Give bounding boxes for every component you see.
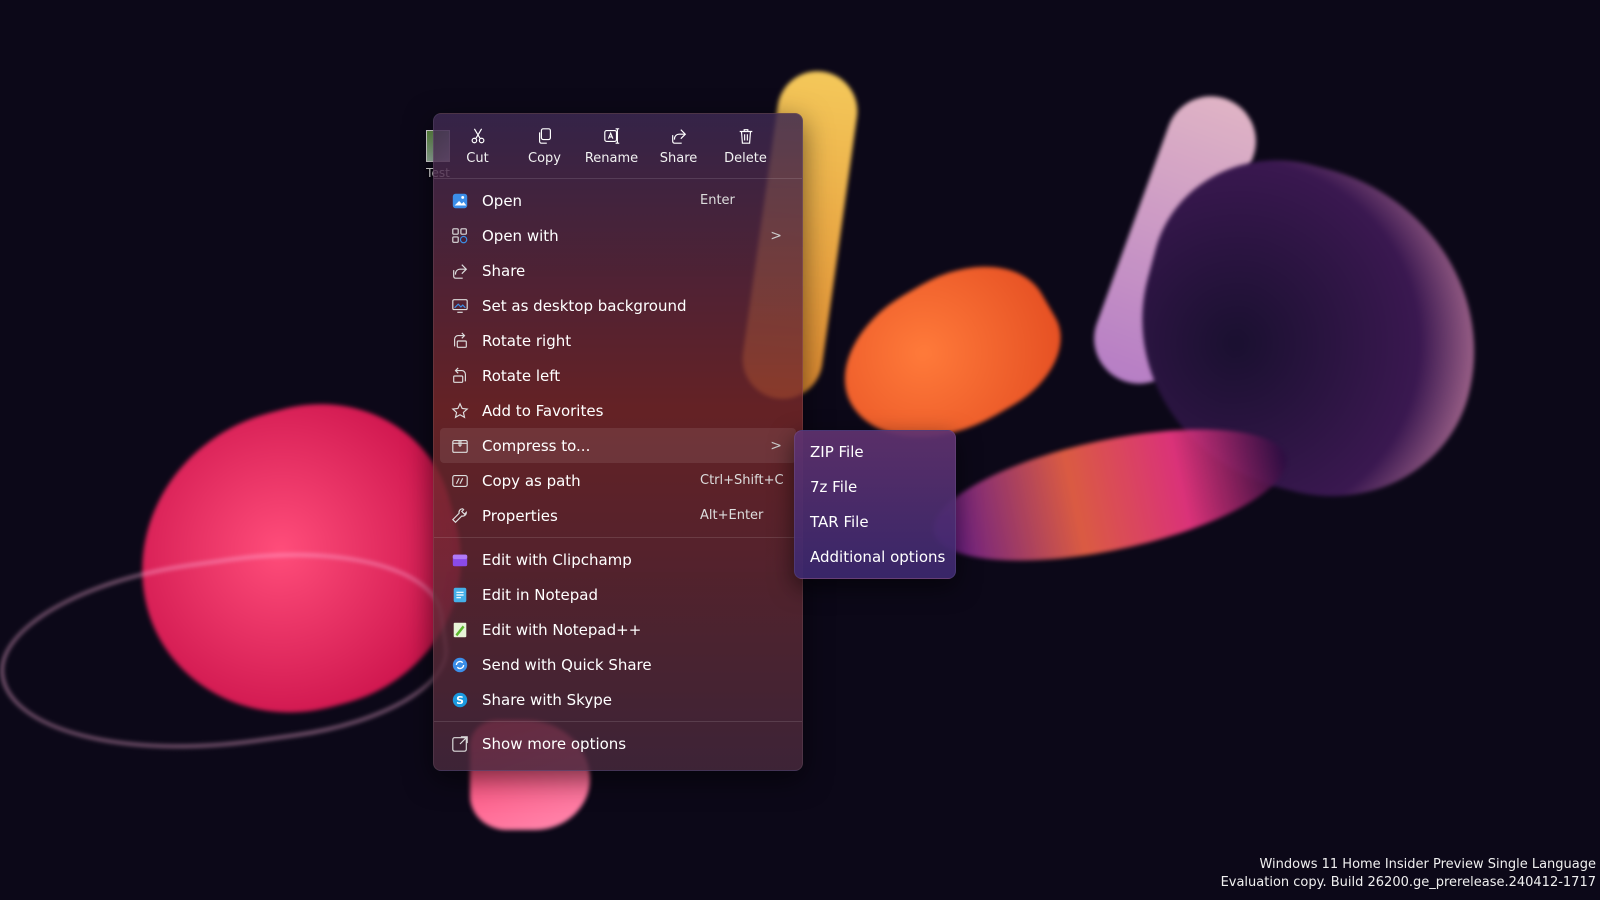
menu-item-compress-to[interactable]: Compress to... > bbox=[440, 428, 796, 463]
share-icon bbox=[450, 261, 470, 281]
menu-item-label: Show more options bbox=[482, 734, 627, 753]
submenu-item-tar[interactable]: TAR File bbox=[795, 504, 955, 539]
menu-item-set-desktop-background[interactable]: Set as desktop background bbox=[440, 288, 796, 323]
delete-button[interactable]: Delete bbox=[712, 114, 779, 178]
wallpaper-shape bbox=[0, 529, 457, 777]
menu-item-edit-with-clipchamp[interactable]: Edit with Clipchamp bbox=[440, 542, 796, 577]
copy-label: Copy bbox=[528, 150, 561, 166]
watermark-line-2: Evaluation copy. Build 26200.ge_prerelea… bbox=[1220, 875, 1596, 890]
submenu-item-additional-options[interactable]: Additional options bbox=[795, 539, 955, 574]
menu-item-add-to-favorites[interactable]: Add to Favorites bbox=[440, 393, 796, 428]
rename-label: Rename bbox=[584, 150, 639, 166]
submenu-item-7z[interactable]: 7z File bbox=[795, 469, 955, 504]
rotate-left-icon bbox=[450, 366, 470, 386]
wallpaper-shape bbox=[922, 403, 1298, 587]
menu-item-share-with-skype[interactable]: S Share with Skype bbox=[440, 682, 796, 717]
image-icon bbox=[450, 191, 470, 211]
menu-item-label: Rotate left bbox=[482, 366, 561, 385]
more-options-icon bbox=[450, 734, 470, 754]
rename-button[interactable]: Rename bbox=[578, 114, 645, 178]
menu-item-label: Edit with Notepad++ bbox=[482, 620, 642, 639]
svg-text:S: S bbox=[456, 694, 464, 707]
menu-item-open-with[interactable]: Open with > bbox=[440, 218, 796, 253]
menu-item-share[interactable]: Share bbox=[440, 253, 796, 288]
wrench-icon bbox=[450, 506, 470, 526]
menu-item-rotate-right[interactable]: Rotate right bbox=[440, 323, 796, 358]
notepadpp-icon bbox=[450, 620, 470, 640]
trash-icon bbox=[739, 128, 752, 144]
menu-item-label: Copy as path bbox=[482, 471, 581, 490]
menu-separator bbox=[434, 721, 802, 722]
watermark-line-1: Windows 11 Home Insider Preview Single L… bbox=[1259, 857, 1596, 872]
menu-item-label: Share with Skype bbox=[482, 690, 612, 709]
share-icon bbox=[671, 128, 686, 144]
share-button[interactable]: Share bbox=[645, 114, 712, 178]
cut-button[interactable]: Cut bbox=[444, 114, 511, 178]
clipchamp-icon bbox=[450, 550, 470, 570]
skype-icon: S bbox=[450, 690, 470, 710]
chevron-right-icon: > bbox=[770, 227, 782, 244]
context-menu: Cut Copy Rename Share Delete Open Enter … bbox=[433, 113, 803, 771]
windows-watermark: Windows 11 Home Insider Preview Single L… bbox=[1221, 856, 1596, 892]
menu-item-label: Add to Favorites bbox=[482, 401, 604, 420]
desktop-icon bbox=[450, 296, 470, 316]
apps-icon bbox=[450, 226, 470, 246]
menu-item-properties[interactable]: Properties Alt+Enter bbox=[440, 498, 796, 533]
menu-item-label: Send with Quick Share bbox=[482, 655, 652, 674]
rename-icon bbox=[603, 127, 619, 144]
copy-icon bbox=[538, 127, 551, 144]
quick-share-icon bbox=[450, 655, 470, 675]
copy-button[interactable]: Copy bbox=[511, 114, 578, 178]
menu-item-shortcut: Alt+Enter bbox=[700, 508, 764, 523]
notepad-icon bbox=[450, 585, 470, 605]
menu-item-rotate-left[interactable]: Rotate left bbox=[440, 358, 796, 393]
archive-icon bbox=[450, 436, 470, 456]
cut-label: Cut bbox=[466, 150, 489, 166]
menu-item-edit-with-notepadpp[interactable]: Edit with Notepad++ bbox=[440, 612, 796, 647]
context-toolbar: Cut Copy Rename Share Delete bbox=[434, 114, 802, 179]
menu-item-label: Edit in Notepad bbox=[482, 585, 599, 604]
context-menu-items: Open Enter Open with > Share Set as desk… bbox=[434, 179, 802, 761]
chevron-right-icon: > bbox=[770, 437, 782, 454]
menu-item-label: Open bbox=[482, 191, 523, 210]
menu-item-shortcut: Enter bbox=[700, 193, 735, 208]
menu-item-label: Rotate right bbox=[482, 331, 572, 350]
star-icon bbox=[450, 401, 470, 421]
menu-item-send-with-quick-share[interactable]: Send with Quick Share bbox=[440, 647, 796, 682]
menu-item-edit-in-notepad[interactable]: Edit in Notepad bbox=[440, 577, 796, 612]
menu-item-show-more-options[interactable]: Show more options bbox=[440, 726, 796, 761]
menu-item-copy-as-path[interactable]: Copy as path Ctrl+Shift+C bbox=[440, 463, 796, 498]
share-label: Share bbox=[659, 150, 698, 166]
menu-item-label: Open with bbox=[482, 226, 559, 245]
path-icon bbox=[450, 471, 470, 491]
rotate-right-icon bbox=[450, 331, 470, 351]
menu-item-label: Set as desktop background bbox=[482, 296, 687, 315]
submenu-item-zip[interactable]: ZIP File bbox=[795, 434, 955, 469]
menu-item-label: Edit with Clipchamp bbox=[482, 550, 632, 569]
scissors-icon bbox=[471, 128, 484, 143]
menu-item-open[interactable]: Open Enter bbox=[440, 183, 796, 218]
menu-item-label: Properties bbox=[482, 506, 558, 525]
menu-item-label: Share bbox=[482, 261, 526, 280]
menu-item-shortcut: Ctrl+Shift+C bbox=[700, 473, 784, 488]
menu-item-label: Compress to... bbox=[482, 436, 591, 455]
menu-separator bbox=[434, 537, 802, 538]
compress-submenu: ZIP File 7z File TAR File Additional opt… bbox=[794, 430, 956, 579]
delete-label: Delete bbox=[724, 150, 767, 166]
